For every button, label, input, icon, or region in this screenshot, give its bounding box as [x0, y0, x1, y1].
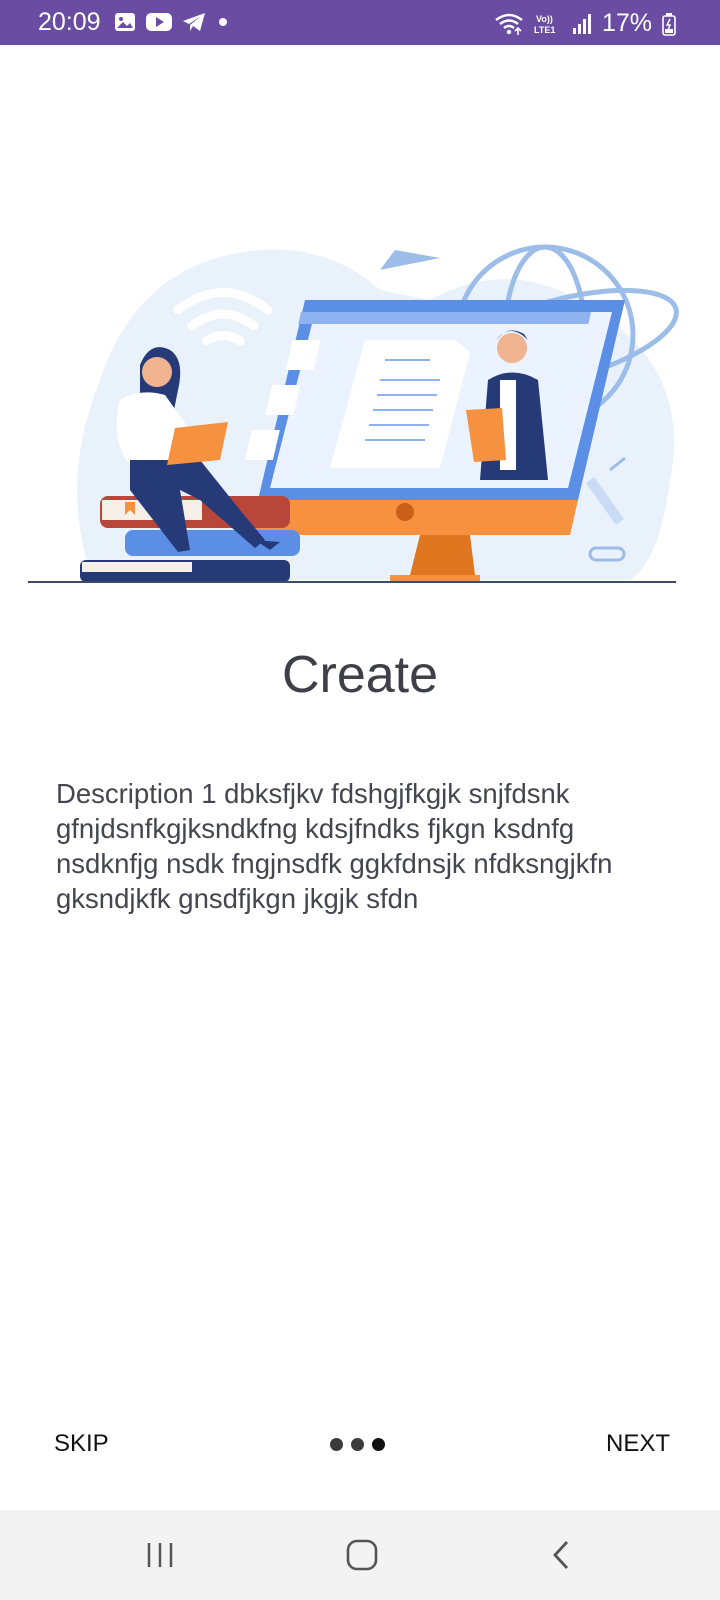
svg-text:Vo)): Vo)) [536, 14, 553, 24]
status-time: 20:09 [38, 8, 101, 36]
page-indicator [330, 1438, 385, 1451]
volte-icon: Vo)) LTE1 [534, 12, 562, 36]
signal-icon [572, 12, 592, 36]
gallery-icon [114, 12, 136, 32]
paper-plane-icon [380, 250, 440, 270]
wifi-icon [494, 12, 524, 36]
dot-icon [216, 12, 230, 32]
battery-icon [662, 12, 676, 36]
navigation-bar [0, 1510, 720, 1600]
telegram-icon [182, 12, 206, 32]
home-icon[interactable] [337, 1532, 387, 1578]
youtube-icon [146, 12, 172, 32]
next-button[interactable]: NEXT [606, 1430, 670, 1458]
status-bar: 20:09 Vo)) LTE1 17% [0, 0, 720, 45]
page-description: Description 1 dbksfjkv fdshgjfkgjk snjfd… [56, 778, 613, 914]
onboarding-illustration [0, 230, 720, 600]
battery-percent: 17% [601, 9, 652, 37]
recent-apps-icon[interactable] [135, 1532, 185, 1578]
page-title: Create [281, 646, 439, 704]
page-dot[interactable] [372, 1438, 385, 1451]
page-dot[interactable] [330, 1438, 343, 1451]
page-dot[interactable] [351, 1438, 364, 1451]
svg-text:LTE1: LTE1 [534, 25, 555, 35]
back-icon[interactable] [537, 1532, 587, 1578]
skip-button[interactable]: SKIP [54, 1430, 109, 1458]
